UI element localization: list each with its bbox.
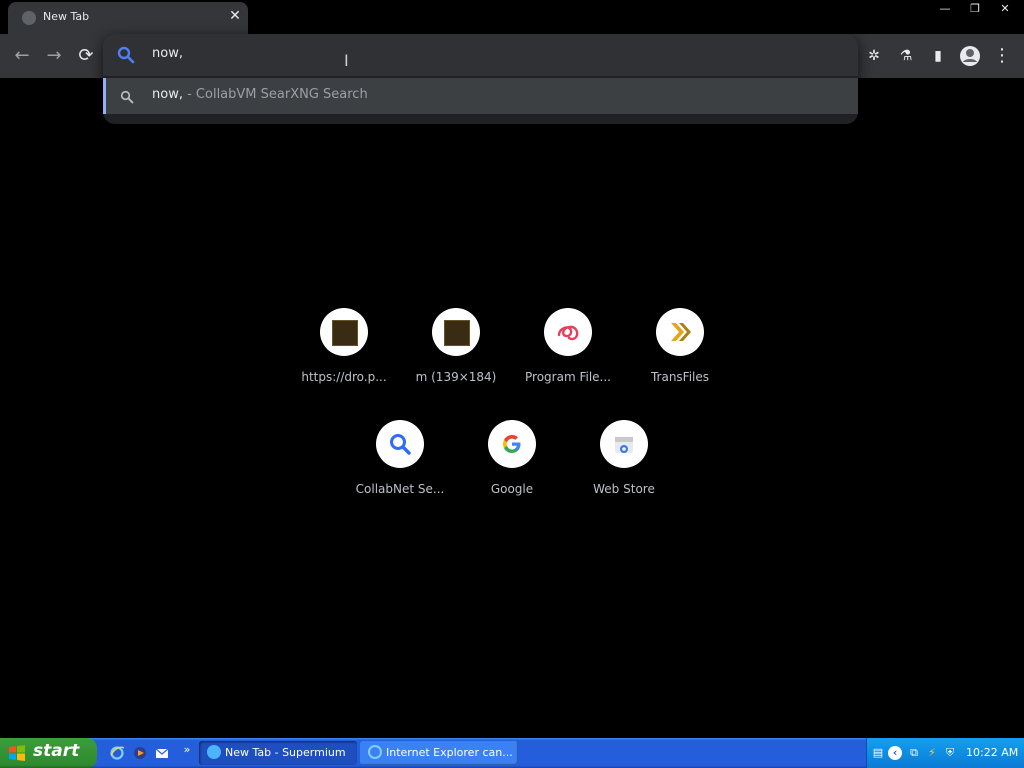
taskbar-item-supermium[interactable]: New Tab - Supermium (199, 741, 357, 765)
omnibox-suggestion[interactable]: now, - CollabVM SearXNG Search (103, 78, 858, 114)
shortcut-tile[interactable]: TransFiles (624, 308, 736, 408)
suggestion-query: now, (152, 87, 183, 102)
menu-dots-icon[interactable]: ⋮ (990, 44, 1014, 68)
shortcut-tile[interactable]: CollabNet Se... (344, 420, 456, 520)
shortcut-tile[interactable]: Web Store (568, 420, 680, 520)
google-g-icon (503, 435, 521, 453)
tab-title: New Tab (43, 10, 90, 23)
shortcut-label: TransFiles (650, 370, 710, 384)
windows-flag-icon (9, 745, 25, 761)
shortcut-icon-circle (600, 420, 648, 468)
power-icon[interactable]: ⚡ (925, 746, 939, 760)
shortcut-label: Web Store (593, 482, 655, 496)
selection-indicator (103, 78, 106, 114)
extensions-icon[interactable]: ✲ (862, 44, 886, 68)
search-icon (117, 46, 135, 64)
labs-flask-icon[interactable]: ⚗ (894, 44, 918, 68)
shortcut-tile[interactable]: Google (456, 420, 568, 520)
shortcut-icon-circle (432, 308, 480, 356)
shortcut-label: m (139×184) (415, 370, 497, 384)
web-store-icon (615, 437, 633, 453)
globe-icon (22, 11, 36, 25)
profile-avatar-icon[interactable] (958, 44, 982, 68)
magnifier-icon (390, 434, 411, 455)
shortcut-icon-circle (544, 308, 592, 356)
outlook-express-icon[interactable] (153, 745, 171, 763)
shortcut-icon-circle (656, 308, 704, 356)
forward-button[interactable]: → (42, 44, 66, 68)
suggestion-text: now, - CollabVM SearXNG Search (152, 87, 368, 102)
shortcut-label: Google (490, 482, 534, 496)
start-button[interactable]: start (0, 738, 97, 768)
browser-icon (207, 745, 221, 759)
double-chevron-icon (671, 323, 691, 341)
taskbar-item-internet-explorer[interactable]: Internet Explorer can... (360, 741, 518, 765)
knot-icon (557, 325, 579, 341)
internet-explorer-icon[interactable] (108, 745, 126, 763)
window-close-button[interactable]: ✕ (992, 1, 1018, 17)
omnibox-input-row[interactable]: now, I (103, 34, 858, 76)
start-label: start (33, 741, 80, 761)
internet-explorer-icon (368, 745, 382, 759)
close-icon[interactable]: ✕ (226, 7, 244, 25)
suggestion-description: - CollabVM SearXNG Search (182, 87, 368, 102)
shortcut-tile[interactable]: Program File... (512, 308, 624, 408)
shortcut-label: CollabNet Se... (355, 482, 445, 496)
side-panel-icon[interactable]: ▮ (926, 44, 950, 68)
media-player-icon[interactable] (131, 745, 149, 763)
shortcut-tile[interactable]: https://dro.p... (288, 308, 400, 408)
shortcut-label: Program File... (525, 370, 611, 384)
taskbar-item-label: Internet Explorer can... (386, 746, 513, 759)
tab-new-tab[interactable]: New Tab ✕ (8, 2, 248, 34)
tray-collapse-icon[interactable]: ‹ (888, 746, 902, 760)
omnibox-input[interactable]: now, (152, 46, 183, 61)
quicklaunch-expand-icon[interactable]: » (178, 741, 196, 759)
security-shield-icon[interactable]: ⛨ (943, 746, 957, 760)
text-cursor-icon: I (344, 51, 349, 70)
shortcut-icon-circle (320, 308, 368, 356)
restore-button[interactable]: ❐ (962, 1, 988, 17)
keyboard-icon[interactable]: ▤ (871, 746, 885, 760)
shortcut-icon-circle (376, 420, 424, 468)
minimize-button[interactable]: — (932, 1, 958, 17)
thumbnail-icon (444, 320, 470, 346)
search-icon (120, 89, 134, 104)
thumbnail-icon (332, 320, 358, 346)
window-controls: — ❐ ✕ (928, 0, 1024, 18)
shortcut-tile[interactable]: m (139×184) (400, 308, 512, 408)
taskbar-item-label: New Tab - Supermium (225, 746, 346, 759)
reload-button[interactable]: ⟳ (74, 44, 98, 68)
clock[interactable]: 10:22 AM (966, 746, 1018, 759)
back-button[interactable]: ← (10, 44, 34, 68)
network-icon[interactable]: ⧉ (907, 746, 921, 760)
shortcut-label: https://dro.p... (301, 370, 387, 384)
shortcut-icon-circle (488, 420, 536, 468)
omnibox-popup: now, I now, - CollabVM SearXNG Search (103, 34, 858, 124)
